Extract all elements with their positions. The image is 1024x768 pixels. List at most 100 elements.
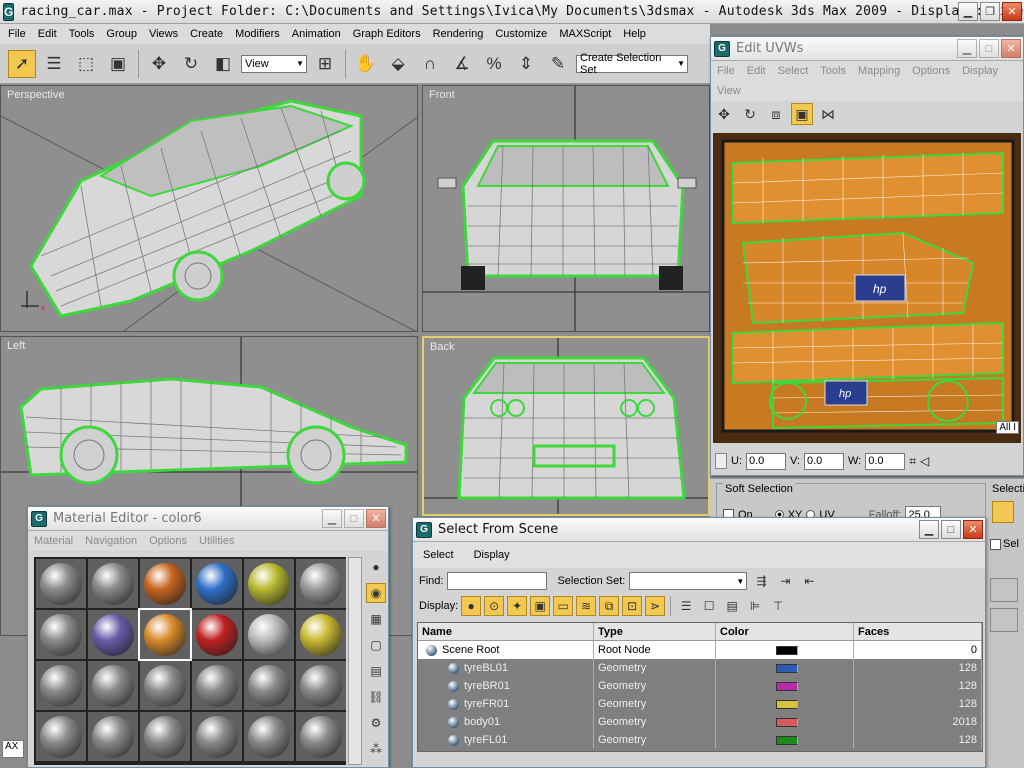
table-row[interactable]: tyreFL01 Geometry 128: [418, 731, 982, 749]
display-bones-icon[interactable]: ⋗: [645, 596, 666, 616]
sample-slot-scrollbar[interactable]: [348, 557, 362, 765]
viewport-back[interactable]: Back: [422, 336, 710, 516]
scale-icon[interactable]: ◧: [209, 50, 237, 78]
menu-animation[interactable]: Animation: [286, 28, 347, 40]
viewport-perspective[interactable]: Perspective x: [0, 85, 418, 332]
col-color[interactable]: Color: [716, 623, 854, 640]
display-influences-icon[interactable]: ⊤: [768, 596, 788, 616]
all-ids-dropdown[interactable]: All I: [996, 421, 1019, 434]
table-row[interactable]: Scene Root Root Node 0: [418, 641, 982, 659]
select-vertex-icon[interactable]: [992, 501, 1014, 523]
maximize-button[interactable]: □: [979, 39, 999, 58]
material-sample-slot[interactable]: [88, 610, 138, 659]
snap-3d-icon[interactable]: ∩: [416, 50, 444, 78]
minimize-button[interactable]: ▁: [957, 39, 977, 58]
close-button[interactable]: ✕: [963, 520, 983, 539]
uvw-menu-tools[interactable]: Tools: [814, 65, 852, 77]
angle-snap-icon[interactable]: ∡: [448, 50, 476, 78]
menu-modifiers[interactable]: Modifiers: [229, 28, 286, 40]
uvw-menu-view[interactable]: View: [711, 85, 747, 97]
material-sample-slot[interactable]: [296, 610, 346, 659]
uvw-menu-select[interactable]: Select: [772, 65, 815, 77]
material-sample-slot[interactable]: [138, 608, 192, 661]
table-row[interactable]: tyreFR01 Geometry 128: [418, 695, 982, 713]
display-groups-icon[interactable]: ⧉: [599, 596, 620, 616]
menu-create[interactable]: Create: [184, 28, 229, 40]
maximize-button[interactable]: □: [344, 509, 364, 528]
window-crossing-icon[interactable]: ▣: [104, 50, 132, 78]
material-sample-slot[interactable]: [192, 559, 242, 608]
menu-options[interactable]: Options: [143, 535, 193, 547]
sel-checkbox[interactable]: [990, 538, 1001, 550]
material-sample-slot[interactable]: [140, 559, 190, 608]
col-type[interactable]: Type: [594, 623, 716, 640]
rotate-icon[interactable]: ↻: [739, 103, 761, 125]
material-sample-slot[interactable]: [88, 661, 138, 710]
minimize-button[interactable]: ▁: [958, 2, 978, 21]
video-color-check-icon[interactable]: ▤: [366, 661, 386, 681]
w-spinner[interactable]: 0.0: [865, 452, 906, 470]
uvw-menu-file[interactable]: File: [711, 65, 741, 77]
move-icon[interactable]: ✥: [713, 103, 735, 125]
material-sample-slot[interactable]: [36, 712, 86, 761]
restore-button[interactable]: ❐: [980, 2, 1000, 21]
reference-coordinate-dropdown[interactable]: View ▼: [241, 54, 307, 73]
menu-graph-editors[interactable]: Graph Editors: [347, 28, 427, 40]
display-all-icon[interactable]: ☰: [676, 596, 696, 616]
material-sample-slot[interactable]: [36, 559, 86, 608]
material-sample-slot[interactable]: [244, 559, 294, 608]
material-sample-slot[interactable]: [296, 661, 346, 710]
material-sample-slot[interactable]: [36, 610, 86, 659]
select-invert-icon[interactable]: ⇤: [799, 571, 819, 591]
select-none-icon[interactable]: ⇥: [775, 571, 795, 591]
material-sample-slot[interactable]: [140, 661, 190, 710]
menu-maxscript[interactable]: MAXScript: [553, 28, 617, 40]
u-spinner[interactable]: 0.0: [746, 452, 786, 470]
menu-customize[interactable]: Customize: [489, 28, 553, 40]
material-sample-slot[interactable]: [244, 712, 294, 761]
freeform-icon[interactable]: ▣: [791, 103, 813, 125]
uv-tiling-icon[interactable]: ▢: [366, 635, 386, 655]
named-selection-set-dropdown[interactable]: Create Selection Set ▼: [576, 52, 688, 76]
pivot-center-icon[interactable]: ⊞: [311, 50, 339, 78]
material-sample-slot[interactable]: [244, 610, 294, 659]
table-row[interactable]: tyreBL01 Geometry 128: [418, 659, 982, 677]
uvw-menu-edit[interactable]: Edit: [741, 65, 772, 77]
select-by-name-icon[interactable]: ☰: [40, 50, 68, 78]
edit-named-selection-icon[interactable]: ✎: [544, 50, 572, 78]
select-all-icon[interactable]: ⇶: [751, 571, 771, 591]
viewport-front[interactable]: Front: [422, 85, 710, 332]
uvw-menu-options[interactable]: Options: [906, 65, 956, 77]
display-none-icon[interactable]: ☐: [699, 596, 719, 616]
sample-type-icon[interactable]: ●: [366, 557, 386, 577]
minimize-button[interactable]: ▁: [322, 509, 342, 528]
display-helpers-icon[interactable]: ▭: [553, 596, 574, 616]
keyboard-shortcut-icon[interactable]: ⬙: [384, 50, 412, 78]
menu-material[interactable]: Material: [28, 535, 79, 547]
menu-rendering[interactable]: Rendering: [427, 28, 490, 40]
v-spinner[interactable]: 0.0: [804, 452, 844, 470]
material-sample-slot[interactable]: [192, 661, 242, 710]
menu-group[interactable]: Group: [100, 28, 143, 40]
display-cameras-icon[interactable]: ▣: [530, 596, 551, 616]
options-icon[interactable]: ⚙: [366, 713, 386, 733]
scale-icon[interactable]: ⧈: [765, 103, 787, 125]
percent-snap-icon[interactable]: %: [480, 50, 508, 78]
maximize-button[interactable]: □: [941, 520, 961, 539]
pen-icon[interactable]: ◁: [920, 454, 929, 468]
material-sample-slot[interactable]: [296, 712, 346, 761]
display-spacewarps-icon[interactable]: ≋: [576, 596, 597, 616]
col-name[interactable]: Name: [418, 623, 594, 640]
material-sample-slot[interactable]: [88, 712, 138, 761]
find-input[interactable]: [447, 572, 548, 590]
mirror-icon[interactable]: ⋈: [817, 103, 839, 125]
rectangular-selection-icon[interactable]: ⬚: [72, 50, 100, 78]
menu-tools[interactable]: Tools: [63, 28, 101, 40]
uv-editor-canvas[interactable]: hp hp: [713, 133, 1021, 443]
menu-display[interactable]: Display: [464, 549, 520, 561]
minimize-button[interactable]: ▁: [919, 520, 939, 539]
menu-file[interactable]: File: [2, 28, 32, 40]
selection-set-dropdown[interactable]: ▼: [629, 572, 748, 590]
material-sample-slot[interactable]: [244, 661, 294, 710]
display-children-icon[interactable]: ⊫: [745, 596, 765, 616]
